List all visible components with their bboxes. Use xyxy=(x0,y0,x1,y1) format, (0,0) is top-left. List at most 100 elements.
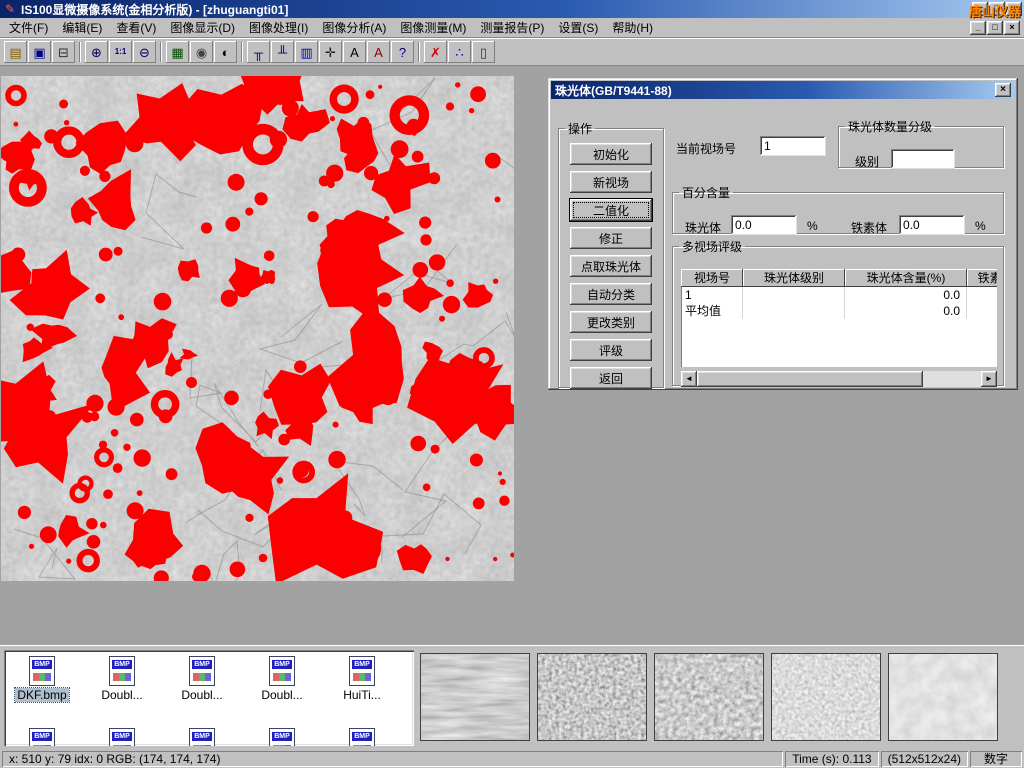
label-a-button[interactable]: A xyxy=(343,41,366,63)
scrollbar-thumb[interactable] xyxy=(697,371,923,387)
ruler-icon: ▯ xyxy=(480,46,487,59)
menu-item-help[interactable]: 帮助(H) xyxy=(605,17,660,38)
image-scribble xyxy=(353,745,371,746)
bmp-badge: BMP xyxy=(192,732,212,741)
capture-button[interactable]: ◉ xyxy=(190,41,213,63)
image-window-icon: ▦ xyxy=(171,46,183,59)
thumbnail-2[interactable] xyxy=(537,653,647,741)
print-icon: ⊟ xyxy=(58,46,69,59)
file-label: HuiTi... xyxy=(341,688,383,702)
zoom-out-button[interactable]: ⊖ xyxy=(133,41,156,63)
dialog-close-button[interactable]: × xyxy=(995,83,1011,97)
pearlite-percent-input[interactable] xyxy=(731,215,797,235)
label-b-button[interactable]: A xyxy=(367,41,390,63)
thumbnail-4[interactable] xyxy=(771,653,881,741)
scatter-button[interactable]: ∴ xyxy=(448,41,471,63)
file-label: Doubl... xyxy=(259,688,304,702)
table-cell xyxy=(743,303,845,319)
grid-button[interactable]: ▥ xyxy=(295,41,318,63)
table-cell: 1 xyxy=(681,287,743,303)
ferrite-percent-input[interactable] xyxy=(899,215,965,235)
thumbnail-5[interactable] xyxy=(888,653,998,741)
gallery-panel: BMPDKF.bmpBMPDoubl...BMPDoubl...BMPDoubl… xyxy=(0,645,1024,750)
mdi-workspace: 珠光体(GB/T9441-88) × 操作 初始化新视场二值化修正点取珠光体自动… xyxy=(0,66,1024,645)
op-button-new-field[interactable]: 新视场 xyxy=(570,171,652,193)
file-item-partial[interactable]: BMP xyxy=(326,728,398,746)
mdi-minimize-button[interactable]: _ xyxy=(970,21,986,35)
op-button-binarize[interactable]: 二值化 xyxy=(570,199,652,221)
file-item-partial[interactable]: BMP xyxy=(166,728,238,746)
zoom-in-button[interactable]: ⊕ xyxy=(85,41,108,63)
mdi-window-controls: _ □ × xyxy=(969,21,1022,35)
file-item-HuiTi...[interactable]: BMPHuiTi... xyxy=(326,656,398,702)
bmp-badge: BMP xyxy=(272,660,292,669)
bmp-badge: BMP xyxy=(112,660,132,669)
file-item-Doubl...[interactable]: BMP Doubl... xyxy=(246,656,318,702)
scatter-icon: ∴ xyxy=(455,46,463,59)
maximize-button[interactable]: □ xyxy=(989,2,1005,16)
menu-bar: 文件(F)编辑(E)查看(V)图像显示(D)图像处理(I)图像分析(A)图像测量… xyxy=(0,18,1024,38)
ruler-button[interactable]: ▯ xyxy=(472,41,495,63)
mdi-restore-button[interactable]: □ xyxy=(987,21,1003,35)
specimen-image[interactable] xyxy=(1,76,514,581)
grid-icon: ▥ xyxy=(300,46,312,59)
menu-item-measure-report[interactable]: 测量报告(P) xyxy=(473,17,551,38)
thumbnail-3[interactable] xyxy=(654,653,764,741)
menu-item-file[interactable]: 文件(F) xyxy=(2,17,55,38)
binarize-button[interactable]: ◐ xyxy=(214,41,237,63)
bmp-file-icon: BMP xyxy=(189,656,215,686)
print-button[interactable]: ⊟ xyxy=(52,41,75,63)
measure-v-icon: ╨ xyxy=(278,46,287,59)
menu-item-image-analysis[interactable]: 图像分析(A) xyxy=(315,17,393,38)
menu-item-image-display[interactable]: 图像显示(D) xyxy=(163,17,242,38)
menu-item-edit[interactable]: 编辑(E) xyxy=(55,17,109,38)
open-button[interactable]: ▤ xyxy=(4,41,27,63)
close-button[interactable]: × xyxy=(1006,2,1022,16)
scroll-left-icon[interactable]: ◄ xyxy=(681,371,697,387)
measure-v-button[interactable]: ╨ xyxy=(271,41,294,63)
scrollbar-track[interactable] xyxy=(923,371,981,387)
menu-item-view[interactable]: 查看(V) xyxy=(109,17,163,38)
table-header-2: 珠光体含量(%) xyxy=(845,269,967,287)
mdi-close-button[interactable]: × xyxy=(1004,21,1020,35)
op-button-initialize[interactable]: 初始化 xyxy=(570,143,652,165)
file-item-Doubl...[interactable]: BMPDoubl... xyxy=(166,656,238,702)
delete-mark-button[interactable]: ✗ xyxy=(424,41,447,63)
table-row[interactable]: 平均值0.0 xyxy=(681,303,997,319)
op-button-pick-pearlite[interactable]: 点取珠光体 xyxy=(570,255,652,277)
menu-item-settings[interactable]: 设置(S) xyxy=(551,17,605,38)
menu-item-image-measure[interactable]: 图像测量(M) xyxy=(393,17,473,38)
binarize-icon: ◐ xyxy=(222,46,230,59)
scroll-right-icon[interactable]: ► xyxy=(981,371,997,387)
file-item-partial[interactable]: BMP xyxy=(86,728,158,746)
cross-button[interactable]: ✛ xyxy=(319,41,342,63)
level-input[interactable] xyxy=(891,149,955,169)
image-scribble xyxy=(193,745,211,746)
rating-table: 视场号珠光体级别珠光体含量(%)铁素体含量(%) 10.0平均值0.0 xyxy=(681,269,997,367)
help-button[interactable]: ? xyxy=(391,41,414,63)
current-field-input[interactable] xyxy=(760,136,826,156)
file-item-partial[interactable]: BMP xyxy=(6,728,78,746)
file-item-partial[interactable]: BMP xyxy=(246,728,318,746)
file-item-Doubl...[interactable]: BMPDoubl... xyxy=(86,656,158,702)
op-button-correct[interactable]: 修正 xyxy=(570,227,652,249)
actual-size-button[interactable]: 1:1 xyxy=(109,41,132,63)
op-button-return[interactable]: 返回 xyxy=(570,367,652,389)
image-scribble xyxy=(33,745,51,746)
op-button-change-class[interactable]: 更改类别 xyxy=(570,311,652,333)
minimize-button[interactable]: _ xyxy=(972,2,988,16)
measure-h-button[interactable]: ╥ xyxy=(247,41,270,63)
save-button[interactable]: ▣ xyxy=(28,41,51,63)
thumbnail-1[interactable] xyxy=(420,653,530,741)
menu-item-image-process[interactable]: 图像处理(I) xyxy=(242,17,315,38)
operation-buttons: 初始化新视场二值化修正点取珠光体自动分类更改类别评级返回 xyxy=(559,137,663,389)
table-cell: 平均值 xyxy=(681,303,743,319)
file-list: BMPDKF.bmpBMPDoubl...BMPDoubl...BMPDoubl… xyxy=(4,650,414,746)
image-scribble xyxy=(273,673,291,681)
app-icon: ✎ xyxy=(3,2,17,16)
op-button-auto-classify[interactable]: 自动分类 xyxy=(570,283,652,305)
op-button-rate[interactable]: 评级 xyxy=(570,339,652,361)
file-item-DKF.bmp[interactable]: BMPDKF.bmp xyxy=(6,656,78,702)
table-row[interactable]: 10.0 xyxy=(681,287,997,303)
image-window-button[interactable]: ▦ xyxy=(166,41,189,63)
